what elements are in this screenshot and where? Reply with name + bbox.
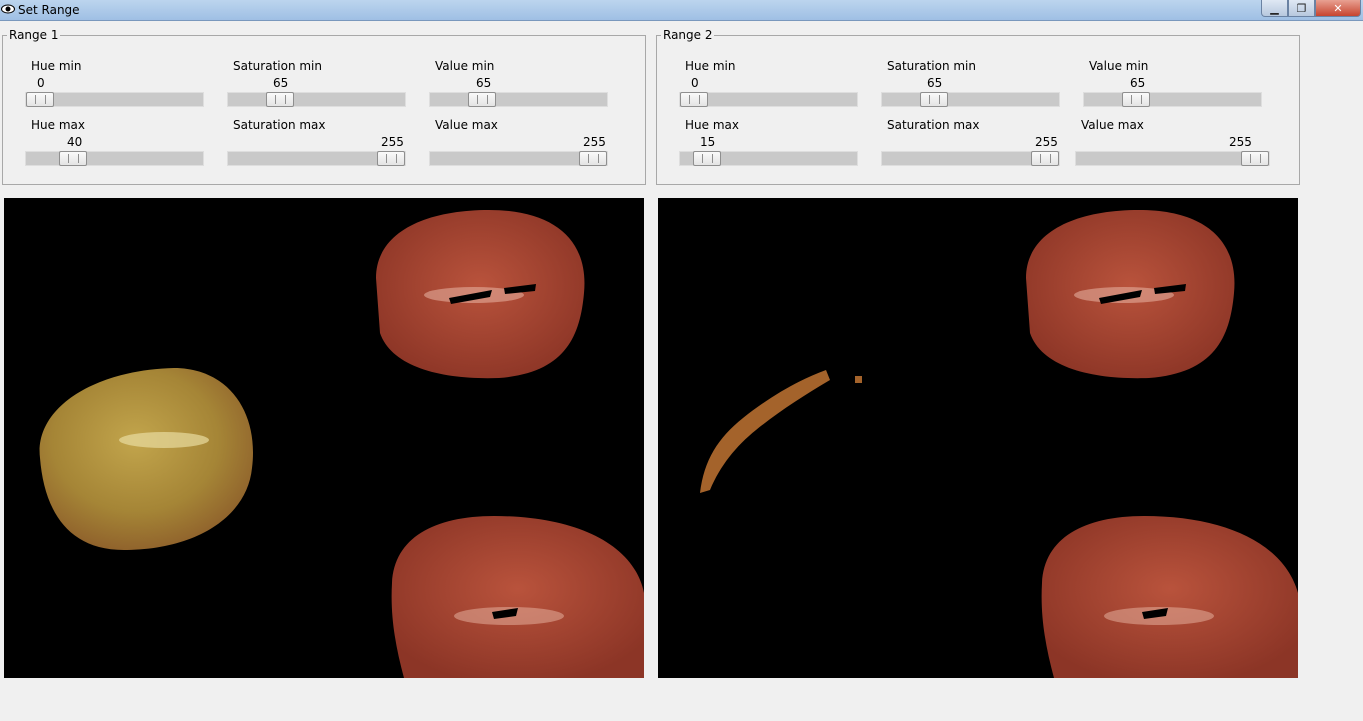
slider-thumb[interactable] [579,151,607,166]
eye-icon [1,4,15,14]
range1-hue-max-slider[interactable] [25,151,204,166]
range2-val-max-slider[interactable] [1075,151,1270,166]
range2-val-min-value: 65 [1130,76,1146,90]
range2-sat-min-label: Saturation min [887,59,976,73]
close-icon: ✕ [1333,1,1343,15]
range2-legend: Range 2 [663,28,713,42]
restore-icon: ❐ [1296,1,1307,15]
range1-val-max-value: 255 [583,135,606,149]
tomato-yellow-left [39,368,254,550]
range2-mask-preview [658,198,1298,678]
slider-thumb[interactable] [920,92,948,107]
slider-thumb[interactable] [1241,151,1269,166]
window-title: Set Range [18,3,80,17]
range1-hue-min-label: Hue min [31,59,82,73]
range1-val-max-slider[interactable] [429,151,608,166]
range2-sat-min-slider[interactable] [881,92,1060,107]
range1-sat-min-value: 65 [273,76,289,90]
range1-hue-max-value: 40 [67,135,83,149]
range2-hue-max-slider[interactable] [679,151,858,166]
range2-hue-min-slider[interactable] [679,92,858,107]
range1-mask-preview [4,198,644,678]
range1-hue-min-slider[interactable] [25,92,204,107]
range1-sat-max-slider[interactable] [227,151,406,166]
range2-hue-max-value: 15 [700,135,716,149]
range2-val-max-value: 255 [1229,135,1252,149]
range2-sat-min-value: 65 [927,76,943,90]
range1-sat-min-slider[interactable] [227,92,406,107]
range2-val-min-label: Value min [1089,59,1149,73]
slider-thumb[interactable] [377,151,405,166]
range1-sat-min-label: Saturation min [233,59,322,73]
range1-val-min-slider[interactable] [429,92,608,107]
slider-thumb[interactable] [26,92,54,107]
range1-val-max-label: Value max [435,118,498,132]
range2-hue-min-value: 0 [691,76,699,90]
range2-mask-image [700,210,1298,678]
range2-val-max-label: Value max [1081,118,1144,132]
slider-thumb[interactable] [59,151,87,166]
tomato-bottom-right [1041,516,1298,678]
maximize-button[interactable]: ❐ [1288,0,1315,17]
range1-hue-max-label: Hue max [31,118,85,132]
window-controls: ▁ ❐ ✕ [1261,0,1361,17]
range2-hue-max-label: Hue max [685,118,739,132]
slider-thumb[interactable] [693,151,721,166]
range1-mask-image [39,210,644,678]
slider-thumb[interactable] [468,92,496,107]
range2-sat-max-label: Saturation max [887,118,980,132]
range2-hue-min-label: Hue min [685,59,736,73]
range2-sat-max-value: 255 [1035,135,1058,149]
title-bar: Set Range ▁ ❐ ✕ [0,0,1363,21]
orange-sliver [700,370,830,493]
range1-val-min-label: Value min [435,59,495,73]
slider-thumb[interactable] [680,92,708,107]
slider-thumb[interactable] [1122,92,1150,107]
range1-legend: Range 1 [9,28,59,42]
tomato-bottom-right [391,516,644,678]
slider-thumb[interactable] [1031,151,1059,166]
range1-sat-max-value: 255 [381,135,404,149]
range1-hue-min-value: 0 [37,76,45,90]
slider-thumb[interactable] [266,92,294,107]
minimize-button[interactable]: ▁ [1261,0,1288,17]
range2-sat-max-slider[interactable] [881,151,1060,166]
range1-val-min-value: 65 [476,76,492,90]
minimize-icon: ▁ [1270,1,1279,15]
range2-val-min-slider[interactable] [1083,92,1262,107]
close-button[interactable]: ✕ [1315,0,1361,17]
range1-sat-max-label: Saturation max [233,118,326,132]
